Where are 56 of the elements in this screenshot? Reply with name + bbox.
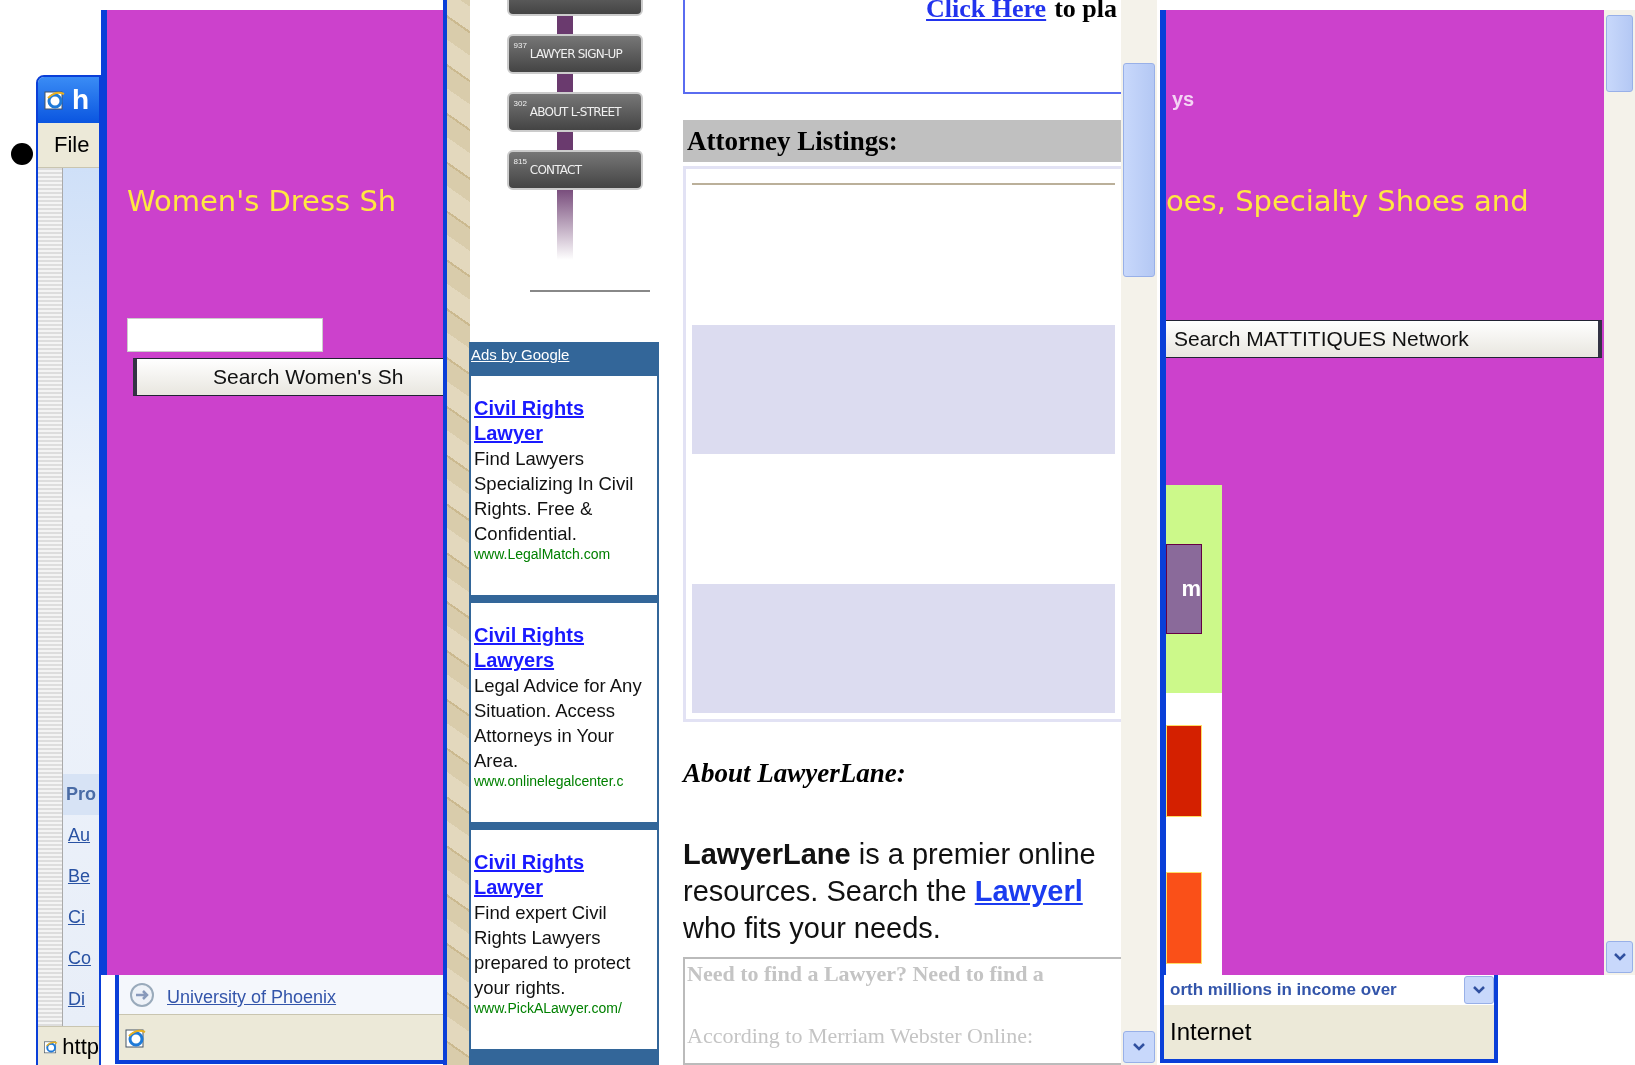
promo-text: orth millions in income over [1170, 980, 1397, 1000]
ad-text: Legal Advice for Any Situation. Access Attorneys in Your Area. [474, 674, 643, 773]
panel-link[interactable]: Co [68, 948, 91, 969]
sign-number: 302 [513, 99, 527, 108]
search-button[interactable]: Search Women's Sh [133, 358, 443, 396]
window-title: h [72, 84, 90, 116]
chevron-down-icon [1612, 952, 1627, 962]
sign-number: 815 [513, 157, 527, 166]
sign-label: ABOUT L-STREET [529, 105, 621, 119]
result-link[interactable]: University of Phoenix [167, 987, 337, 1008]
status-text: http [62, 1034, 99, 1060]
lawyer-link[interactable]: Lawyerl [974, 875, 1083, 907]
browser-icon [44, 89, 66, 111]
browser-icon [125, 1026, 147, 1049]
street-sign[interactable]: 815 CONTACT [506, 150, 643, 190]
street-sign[interactable]: 937 LAWYER SIGN-UP [506, 34, 643, 74]
search-field[interactable] [127, 318, 323, 352]
search-button[interactable]: Search MATTITIQUES Network [1166, 320, 1602, 358]
promo-tile: m [1166, 544, 1202, 634]
panel-link[interactable]: Au [68, 825, 90, 846]
scroll-down-button[interactable] [1123, 1031, 1155, 1063]
ads-header-link[interactable]: Ads by Google [469, 342, 659, 368]
status-text: Internet [1169, 1017, 1253, 1047]
site-heading: Women's Dress Sh [127, 184, 398, 220]
arrow-circle-icon [129, 982, 155, 1008]
section-heading: About LawyerLane: [683, 758, 907, 790]
panel-link[interactable]: Ci [68, 907, 85, 928]
ad-text: Find Lawyers Specializing In Civil Rights. Free & Confidential. [474, 447, 635, 546]
chevron-down-icon [1472, 985, 1486, 995]
ad-url: www.onlinelegalcenter.c [474, 773, 625, 789]
about-paragraph: LawyerLane is a premier online resources. Search the Lawyerl who fits your needs. [683, 837, 1097, 946]
bullet-dot-icon [11, 143, 33, 165]
panel-link[interactable]: Di [68, 989, 85, 1010]
ad-url: www.PickALawyer.com/ [474, 1000, 623, 1016]
scrollbar[interactable] [1604, 10, 1635, 975]
ad-title-link[interactable]: Civil Rights Lawyer [474, 396, 654, 446]
site-heading: oes, Specialty Shoes and [1166, 183, 1530, 220]
scroll-thumb[interactable] [1123, 63, 1155, 277]
dropdown-button[interactable] [1464, 976, 1494, 1004]
panel-heading: Pro [63, 774, 99, 815]
scrollbar[interactable] [1121, 0, 1157, 1065]
sign-number: 937 [513, 41, 527, 50]
panel-link[interactable]: Be [68, 866, 90, 887]
menu-item[interactable]: File [54, 132, 90, 158]
scroll-down-button[interactable] [1606, 941, 1633, 973]
ad-url: www.LegalMatch.com [474, 546, 612, 562]
sign-label: CONTACT [529, 163, 582, 177]
ad-title-link[interactable]: Civil Rights Lawyers [474, 623, 654, 673]
ad-title-link[interactable]: Civil Rights Lawyer [474, 850, 654, 900]
faint-text: ys [1172, 88, 1196, 112]
scroll-thumb[interactable] [1606, 15, 1633, 92]
section-heading: Attorney Listings: [683, 120, 1121, 162]
ad-text: Find expert Civil Rights Lawyers prepared to protect your rights. [474, 901, 632, 1000]
chevron-down-icon [1132, 1042, 1146, 1052]
street-sign[interactable]: 302 ABOUT L-STREET [506, 92, 643, 132]
sign-label: LAWYER SIGN-UP [529, 47, 622, 61]
